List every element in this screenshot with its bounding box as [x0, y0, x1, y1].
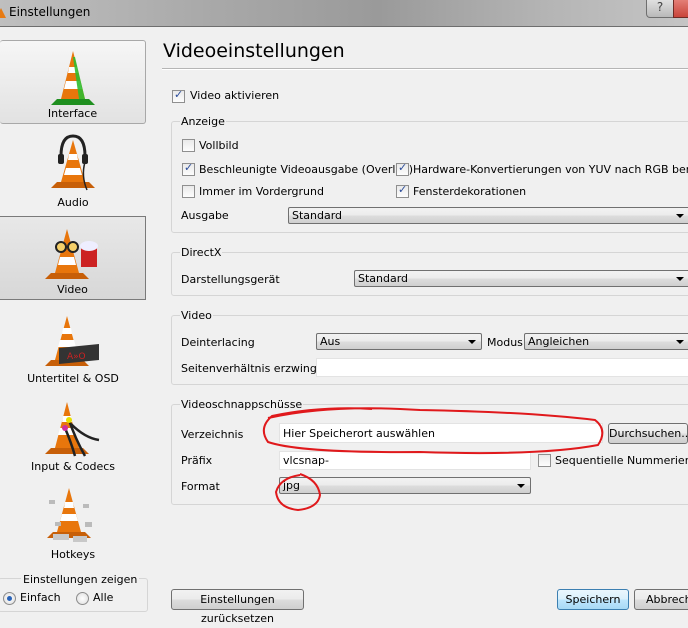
deinterlacing-select-value: Aus	[320, 335, 341, 348]
vlc-cone-keys-icon	[47, 488, 92, 542]
sidebar-item-label: Audio	[57, 196, 89, 209]
format-select[interactable]: jpg	[279, 477, 531, 494]
mode-select[interactable]: Angleichen	[524, 333, 688, 350]
fullscreen-checkbox[interactable]	[182, 139, 195, 152]
enable-video-label: Video aktivieren	[190, 89, 280, 102]
radio-simple[interactable]	[3, 592, 16, 605]
page-title: Videoeinstellungen	[163, 40, 345, 62]
device-select[interactable]: Standard	[354, 270, 688, 287]
directx-group-legend: DirectX	[180, 246, 223, 259]
sequential-numbering-label: Sequentielle Nummerierung	[555, 454, 688, 467]
always-on-top-checkbox[interactable]	[182, 185, 195, 198]
fullscreen-label: Vollbild	[199, 139, 239, 152]
show-settings-group: Einstellungen zeigen Einfach Alle	[0, 573, 148, 612]
sidebar-item-label: Hotkeys	[50, 548, 96, 561]
deinterlacing-select[interactable]: Aus	[316, 333, 482, 350]
directory-value: Hier Speicherort auswählen	[283, 427, 435, 440]
output-select[interactable]: Standard	[288, 207, 688, 224]
chevron-down-icon	[676, 214, 684, 218]
output-label: Ausgabe	[181, 209, 229, 222]
format-select-value: jpg	[283, 479, 301, 492]
browse-button[interactable]: Durchsuchen...	[608, 423, 688, 444]
radio-simple-label: Einfach	[20, 591, 61, 604]
cancel-button[interactable]: Abbrechen	[634, 589, 688, 610]
format-label: Format	[181, 480, 220, 493]
aspect-ratio-input[interactable]	[316, 358, 688, 377]
reset-settings-button[interactable]: Einstellungen zurücksetzen	[171, 589, 304, 625]
sidebar-item-subtitles-osd[interactable]: A»O Untertitel & OSD	[0, 304, 146, 388]
title-divider	[162, 68, 688, 70]
help-button[interactable]: ?	[646, 0, 674, 18]
vlc-cone-cables-icon	[45, 402, 100, 457]
device-label: Darstellungsgerät	[181, 273, 280, 286]
aspect-ratio-label: Seitenverhältnis erzwingen	[181, 362, 331, 375]
svg-text:A»O: A»O	[67, 352, 86, 362]
show-settings-label: Einstellungen zeigen	[21, 573, 140, 586]
window-decorations-label: Fensterdekorationen	[413, 185, 527, 198]
save-button[interactable]: Speichern	[557, 589, 629, 610]
close-button[interactable]	[673, 0, 688, 18]
sidebar-item-hotkeys[interactable]: Hotkeys	[0, 480, 146, 564]
yuv-rgb-checkbox[interactable]	[396, 161, 409, 176]
directory-label: Verzeichnis	[181, 428, 244, 441]
sidebar-item-label: Input & Codecs	[31, 460, 115, 473]
chevron-down-icon	[468, 340, 476, 344]
sidebar-item-label: Video	[57, 283, 88, 296]
directory-input[interactable]: Hier Speicherort auswählen	[279, 423, 603, 443]
prefix-value: vlcsnap-	[283, 454, 330, 467]
deinterlacing-label: Deinterlacing	[181, 336, 255, 349]
sidebar-item-interface[interactable]: Interface	[0, 40, 146, 124]
sidebar-item-input-codecs[interactable]: Input & Codecs	[0, 392, 146, 476]
sidebar-item-label: Untertitel & OSD	[27, 372, 119, 385]
chevron-down-icon	[676, 340, 684, 344]
enable-video-checkbox[interactable]	[172, 88, 185, 103]
device-select-value: Standard	[358, 272, 409, 285]
title-bar: Einstellungen ?	[0, 0, 688, 27]
vlc-cone-display-icon: A»O	[45, 316, 99, 366]
sidebar-item-video[interactable]: Video	[0, 216, 146, 300]
output-select-value: Standard	[292, 209, 343, 222]
prefix-label: Präfix	[181, 454, 213, 467]
radio-all-label: Alle	[93, 591, 114, 604]
mode-select-value: Angleichen	[528, 335, 590, 348]
sequential-numbering-checkbox[interactable]	[538, 454, 551, 467]
always-on-top-label: Immer im Vordergrund	[199, 185, 324, 198]
chevron-down-icon	[517, 484, 525, 488]
vlc-cone-interface-icon	[50, 51, 95, 105]
overlay-checkbox[interactable]	[182, 161, 195, 176]
mode-label: Modus	[487, 336, 523, 349]
window-title: Einstellungen	[9, 5, 91, 19]
window-decorations-checkbox[interactable]	[396, 183, 409, 198]
vlc-cone-glasses-popcorn-icon	[44, 229, 98, 279]
vlc-cone-headphones-icon	[51, 134, 95, 191]
snapshots-group-legend: Videoschnappschüsse	[180, 398, 304, 411]
display-group-legend: Anzeige	[180, 115, 226, 128]
vlc-app-icon	[0, 8, 6, 18]
video-group-legend: Video	[180, 309, 213, 322]
sidebar-item-label: Interface	[47, 107, 98, 120]
prefix-input[interactable]: vlcsnap-	[279, 451, 531, 470]
sidebar-item-audio[interactable]: Audio	[0, 128, 146, 212]
chevron-down-icon	[676, 277, 684, 281]
overlay-label: Beschleunigte Videoausgabe (Overlay)	[199, 163, 414, 176]
radio-all[interactable]	[76, 592, 89, 605]
yuv-rgb-label: Hardware-Konvertierungen von YUV nach RG…	[413, 163, 688, 176]
